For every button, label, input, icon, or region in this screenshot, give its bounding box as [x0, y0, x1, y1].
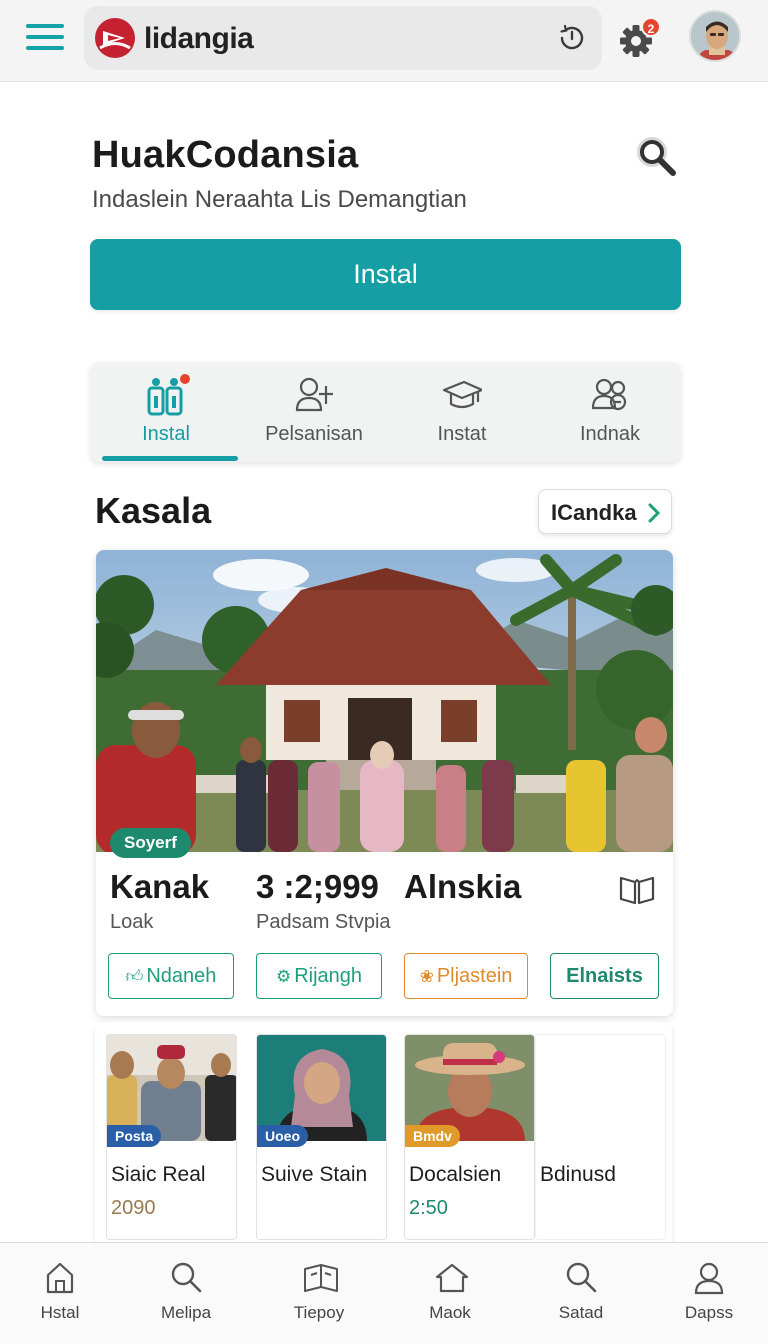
- flower-icon: ❀: [419, 967, 434, 986]
- badge-icon: ⚙: [275, 967, 292, 986]
- nav-item-dapss[interactable]: Dapss: [645, 1243, 768, 1344]
- nav-label: Melipa: [160, 1303, 212, 1322]
- action-chip-label: Elnaists: [566, 965, 643, 987]
- tab-label: Indnak: [579, 423, 641, 445]
- card-title: Docalsien: [409, 1163, 502, 1186]
- bottom-nav: Hstal Melipa Tiepoy Maok Satad Dapss: [0, 1242, 768, 1344]
- action-chip[interactable]: ⚙ Rijangh: [256, 953, 382, 999]
- nav-label: Tiepoy: [293, 1303, 345, 1322]
- content-card[interactable]: Uoeo Suive Stain: [256, 1034, 387, 1240]
- book-open-icon[interactable]: [618, 872, 656, 906]
- avatar-portrait-icon: [691, 12, 739, 60]
- feature-card[interactable]: Soyerf Kanak Loak 3 :2;999 Padsam Stvpia…: [96, 550, 673, 1016]
- page-title: HuakCodansia: [92, 134, 359, 176]
- content-card[interactable]: Bdinusd: [535, 1034, 666, 1240]
- card-tag: Uoeo: [257, 1125, 308, 1147]
- category-tabs: Instal Pelsanisan Instat Indnak: [90, 362, 681, 462]
- nav-item-maok[interactable]: Maok: [386, 1243, 514, 1344]
- page-subtitle: Indaslein Neraahta Lis Demangtian: [92, 186, 467, 213]
- nav-label: Dapss: [684, 1303, 734, 1322]
- house-outline-icon: [435, 1263, 469, 1293]
- profile-icon: [694, 1262, 724, 1295]
- search-icon: [171, 1262, 202, 1293]
- tab-badge: [178, 372, 192, 386]
- nav-item-tiepoy[interactable]: Tiepoy: [255, 1243, 383, 1344]
- content-card[interactable]: Posta Siaic Real 2090: [106, 1034, 237, 1240]
- brand-bar: lidangia: [84, 6, 602, 70]
- home-icon: [46, 1262, 74, 1294]
- card-tag: Posta: [107, 1125, 162, 1147]
- stat-label: Padsam Stvpia: [256, 911, 391, 933]
- thumbs-up-icon: 👍︎: [125, 967, 144, 986]
- search-icon: [566, 1262, 597, 1293]
- stat-value: Alnskia: [404, 868, 522, 905]
- stat-value: Kanak: [110, 868, 210, 905]
- action-chip-label: Rijangh: [294, 965, 363, 987]
- graduation-cap-icon: [442, 380, 482, 409]
- card-title: Siaic Real: [111, 1163, 206, 1186]
- card-title: Bdinusd: [540, 1163, 616, 1186]
- tab-label: Instal: [142, 423, 190, 445]
- nav-item-melipa[interactable]: Melipa: [122, 1243, 250, 1344]
- nav-label: Maok: [429, 1303, 471, 1322]
- see-all-label: ICandka: [551, 500, 637, 525]
- person-add-icon: [295, 377, 333, 412]
- nav-label: Satad: [558, 1303, 604, 1322]
- action-chip[interactable]: ❀ Pljastein: [404, 953, 528, 999]
- action-chip-label: Pljastein: [436, 965, 513, 987]
- notification-badge: 2: [641, 17, 661, 37]
- tab-label: Pelsanisan: [265, 423, 363, 445]
- install-button[interactable]: Instal: [90, 239, 681, 310]
- card-tag: Bmdv: [405, 1125, 460, 1147]
- logo-icon: [95, 18, 135, 58]
- active-tab-indicator: [102, 456, 238, 461]
- app-bar: lidangia 2: [0, 0, 768, 82]
- nav-item-hstal[interactable]: Hstal: [0, 1243, 124, 1344]
- card-meta: 2:50: [409, 1197, 448, 1219]
- photo-tag: Soyerf: [110, 828, 191, 858]
- tab-indnak[interactable]: Indnak: [536, 362, 684, 462]
- stat-value: 3 :2;999: [256, 868, 379, 905]
- people-group-icon: [591, 378, 627, 411]
- see-all-button[interactable]: ICandka: [538, 489, 672, 534]
- search-icon[interactable]: [632, 132, 680, 180]
- history-icon[interactable]: [556, 22, 588, 54]
- menu-icon[interactable]: [26, 24, 64, 54]
- tab-pelsanisan[interactable]: Pelsanisan: [240, 362, 388, 462]
- tab-label: Instat: [437, 423, 487, 445]
- card-title: Suive Stain: [261, 1163, 368, 1186]
- chevron-right-icon: [648, 503, 661, 523]
- village-house-photo: [96, 550, 673, 852]
- action-chip[interactable]: 👍︎ Ndaneh: [108, 953, 234, 999]
- card-row: Posta Siaic Real 2090 Uoeo Suive Stain B…: [95, 1022, 672, 1252]
- card-meta: 2090: [111, 1197, 156, 1219]
- brand-name: lidangia: [144, 22, 254, 55]
- stat-label: Loak: [110, 911, 154, 933]
- tab-instat[interactable]: Instat: [388, 362, 536, 462]
- action-chip[interactable]: Elnaists: [550, 953, 659, 999]
- section-title: Kasala: [95, 490, 212, 531]
- book-open-icon: [304, 1264, 338, 1292]
- nav-item-satad[interactable]: Satad: [517, 1243, 645, 1344]
- action-chip-label: Ndaneh: [146, 965, 217, 987]
- avatar[interactable]: [689, 10, 741, 62]
- nav-label: Hstal: [40, 1303, 80, 1322]
- content-card[interactable]: Bmdv Docalsien 2:50: [404, 1034, 535, 1240]
- tab-instal[interactable]: Instal: [92, 362, 240, 462]
